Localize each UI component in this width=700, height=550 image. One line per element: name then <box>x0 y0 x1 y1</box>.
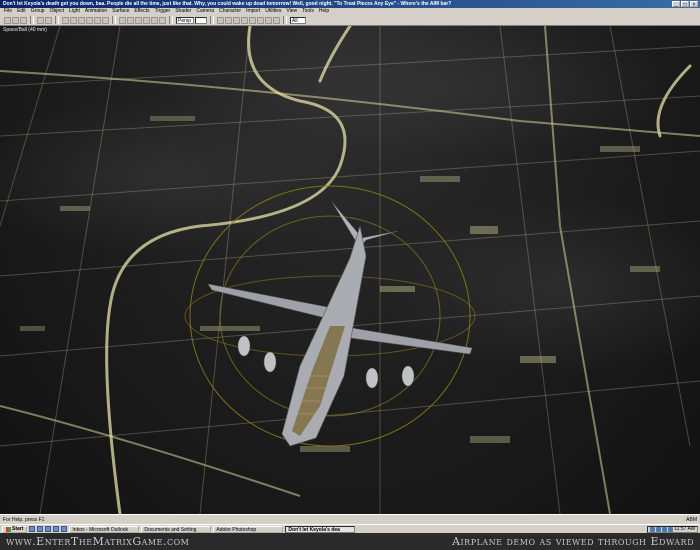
airplane-engine <box>263 351 277 373</box>
menu-animation[interactable]: Animation <box>85 8 107 15</box>
menu-bar: File Edit Group Object Light Animation S… <box>0 8 700 15</box>
3d-viewport[interactable]: Space/Ball (40 mm) <box>0 26 700 514</box>
light-icon[interactable] <box>127 16 134 24</box>
website-caption: www.EnterTheMatrixGame.com <box>6 535 190 548</box>
shaded-icon[interactable] <box>265 16 272 24</box>
menu-utilities[interactable]: Utilities <box>265 8 281 15</box>
menu-file[interactable]: File <box>4 8 12 15</box>
toolbar-separator <box>169 16 173 24</box>
status-bar: For Help, press F1 ABM <box>0 514 700 524</box>
tray-network-icon[interactable] <box>650 526 656 532</box>
menu-shader[interactable]: Shader <box>175 8 191 15</box>
save-icon[interactable] <box>20 16 27 24</box>
pan-icon[interactable] <box>225 16 232 24</box>
airplane-engine <box>365 367 379 389</box>
quick-launch-desktop-icon[interactable] <box>45 526 52 532</box>
quick-launch-outlook-icon[interactable] <box>37 526 44 532</box>
menu-camera[interactable]: Camera <box>196 8 214 15</box>
airplane-engine <box>237 335 251 357</box>
quick-launch-explorer-icon[interactable] <box>53 526 60 532</box>
select-icon[interactable] <box>62 16 69 24</box>
window-controls: _ □ × <box>672 1 700 8</box>
task-button-outlook[interactable]: Inbox - Microsoft Outlook <box>69 525 140 533</box>
status-mode-text: ABM <box>686 517 697 523</box>
caption-strip: www.EnterTheMatrixGame.com Airplane demo… <box>0 533 700 550</box>
menu-group[interactable]: Group <box>31 8 45 15</box>
airplane-engine <box>401 365 415 387</box>
menu-tools[interactable]: Tools <box>302 8 314 15</box>
toolbar-separator <box>283 16 287 24</box>
menu-object[interactable]: Object <box>50 8 64 15</box>
maximize-button[interactable]: □ <box>681 1 689 8</box>
title-bar: Don't let Keyola's death get you down, b… <box>0 0 700 8</box>
menu-light[interactable]: Light <box>69 8 80 15</box>
undo-icon[interactable] <box>37 16 44 24</box>
start-button[interactable]: Start <box>2 525 28 533</box>
quick-launch-ie-icon[interactable] <box>29 526 36 532</box>
viewport-label: Space/Ball (40 mm) <box>3 27 47 33</box>
zoom-icon[interactable] <box>217 16 224 24</box>
start-label: Start <box>12 526 24 532</box>
render-icon[interactable] <box>143 16 150 24</box>
quick-launch-app-icon[interactable] <box>61 526 68 532</box>
texture-icon[interactable] <box>273 16 280 24</box>
taskbar: Start Inbox - Microsoft Outlook Document… <box>0 524 700 533</box>
clock[interactable]: 11:57 AM <box>674 526 695 532</box>
task-button-explorer[interactable]: Documents and Setting <box>141 525 212 533</box>
new-icon[interactable] <box>4 16 11 24</box>
tray-messenger-icon[interactable] <box>668 526 674 532</box>
task-button-editor[interactable]: Don't let Keyola's dea <box>285 525 356 533</box>
demo-caption: Airplane demo as viewed through Edward <box>452 535 694 548</box>
system-tray: 11:57 AM <box>647 525 698 533</box>
menu-view[interactable]: View <box>286 8 297 15</box>
stop-icon[interactable] <box>159 16 166 24</box>
snap-icon[interactable] <box>249 16 256 24</box>
play-icon[interactable] <box>151 16 158 24</box>
select-combo[interactable]: All <box>290 16 306 24</box>
scale-icon[interactable] <box>86 16 93 24</box>
link-icon[interactable] <box>94 16 101 24</box>
toolbar-separator <box>112 16 116 24</box>
menu-import[interactable]: Import <box>246 8 260 15</box>
filter-combo[interactable] <box>195 16 207 24</box>
toolbar-separator <box>30 16 34 24</box>
unlink-icon[interactable] <box>102 16 109 24</box>
move-icon[interactable] <box>70 16 77 24</box>
material-icon[interactable] <box>135 16 142 24</box>
toolbar-separator <box>210 16 214 24</box>
menu-help[interactable]: Help <box>319 8 329 15</box>
viewport-scene <box>0 26 700 514</box>
menu-trigger[interactable]: Trigger <box>155 8 171 15</box>
menu-effects[interactable]: Effects <box>134 8 149 15</box>
orbit-icon[interactable] <box>233 16 240 24</box>
minimize-button[interactable]: _ <box>672 1 680 8</box>
menu-edit[interactable]: Edit <box>17 8 26 15</box>
close-button[interactable]: × <box>690 1 698 8</box>
toolbar: Persp All <box>0 15 700 26</box>
task-button-photoshop[interactable]: Adobe Photoshop <box>213 525 284 533</box>
toolbar-separator <box>55 16 59 24</box>
windows-logo-icon <box>6 526 11 532</box>
open-icon[interactable] <box>12 16 19 24</box>
camera-icon[interactable] <box>119 16 126 24</box>
tray-antivirus-icon[interactable] <box>662 526 668 532</box>
redo-icon[interactable] <box>45 16 52 24</box>
wireframe-icon[interactable] <box>257 16 264 24</box>
status-help-text: For Help, press F1 <box>3 517 45 523</box>
rotate-icon[interactable] <box>78 16 85 24</box>
menu-character[interactable]: Character <box>219 8 241 15</box>
window-title: Don't let Keyola's death get you down, b… <box>3 1 452 7</box>
view-combo[interactable]: Persp <box>176 16 194 24</box>
tray-volume-icon[interactable] <box>656 526 662 532</box>
menu-surface[interactable]: Surface <box>112 8 129 15</box>
grid-icon[interactable] <box>241 16 248 24</box>
